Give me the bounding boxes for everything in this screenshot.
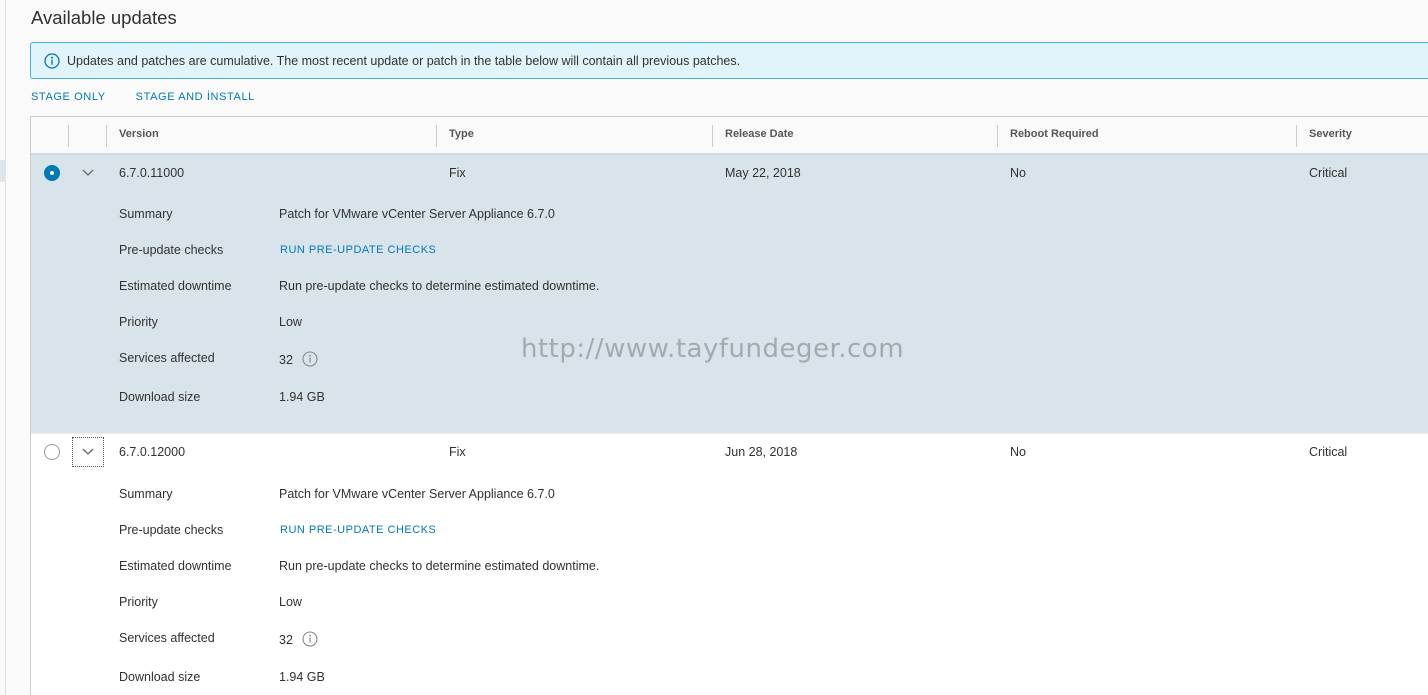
column-separator <box>68 125 69 147</box>
chevron-down-icon <box>82 443 94 461</box>
detail-summary: Patch for VMware vCenter Server Applianc… <box>279 487 555 501</box>
chevron-down-icon <box>82 164 94 182</box>
row-select-radio[interactable] <box>44 165 60 181</box>
detail-estimated-downtime: Run pre-update checks to determine estim… <box>279 559 600 573</box>
row-expand-toggle[interactable] <box>72 437 104 467</box>
column-header-severity[interactable]: Severity <box>1309 117 1352 153</box>
detail-label-priority: Priority <box>119 595 158 609</box>
column-separator[interactable] <box>436 125 437 147</box>
detail-download-size: 1.94 GB <box>279 670 325 684</box>
detail-priority: Low <box>279 595 302 609</box>
detail-label-estimated-downtime: Estimated downtime <box>119 279 232 293</box>
detail-services-affected: 32 <box>279 353 293 367</box>
cell-reboot-required: No <box>1010 166 1026 180</box>
page-title: Available updates <box>31 7 177 28</box>
detail-label-pre-update-checks: Pre-update checks <box>119 523 224 537</box>
detail-label-estimated-downtime: Estimated downtime <box>119 559 232 573</box>
cell-severity: Critical <box>1309 445 1348 459</box>
column-separator[interactable] <box>1296 125 1297 147</box>
run-pre-update-checks-link[interactable]: RUN PRE-UPDATE CHECKS <box>280 524 436 536</box>
row-select-radio[interactable] <box>44 444 60 460</box>
cell-version: 6.7.0.11000 <box>119 166 185 180</box>
cell-release-date: May 22, 2018 <box>725 166 801 180</box>
detail-label-services-affected: Services affected <box>119 631 215 645</box>
detail-services-affected-group: 32 <box>279 351 318 370</box>
cell-release-date: Jun 28, 2018 <box>725 445 798 459</box>
cell-type: Fix <box>449 445 466 459</box>
info-circle-icon[interactable] <box>302 351 318 370</box>
watermark-text: http://www.tayfundeger.com <box>521 334 905 364</box>
column-separator[interactable] <box>997 125 998 147</box>
detail-label-download-size: Download size <box>119 390 201 404</box>
stage-and-install-button[interactable]: STAGE AND İNSTALL <box>136 91 255 103</box>
detail-services-affected-group: 32 <box>279 631 318 650</box>
detail-label-priority: Priority <box>119 315 158 329</box>
detail-label-pre-update-checks: Pre-update checks <box>119 243 224 257</box>
detail-download-size: 1.94 GB <box>279 390 325 404</box>
column-separator[interactable] <box>712 125 713 147</box>
cell-type: Fix <box>449 166 466 180</box>
cell-reboot-required: No <box>1010 445 1026 459</box>
cell-severity: Critical <box>1309 166 1348 180</box>
column-separator <box>106 125 107 147</box>
datagrid-header: Version Type Release Date Reboot Require… <box>31 117 1428 155</box>
info-alert: Updates and patches are cumulative. The … <box>30 42 1428 79</box>
column-header-type[interactable]: Type <box>449 117 474 153</box>
row-expand-toggle[interactable] <box>72 158 104 188</box>
cell-version: 6.7.0.12000 <box>119 445 186 459</box>
info-circle-icon <box>44 52 60 69</box>
stage-only-button[interactable]: STAGE ONLY <box>31 91 106 103</box>
detail-estimated-downtime: Run pre-update checks to determine estim… <box>279 279 600 293</box>
detail-label-download-size: Download size <box>119 670 201 684</box>
detail-label-services-affected: Services affected <box>119 351 215 365</box>
column-header-release-date[interactable]: Release Date <box>725 117 794 153</box>
detail-label-summary: Summary <box>119 207 173 221</box>
main-content: Available updates Updates and patches ar… <box>6 0 1428 695</box>
detail-priority: Low <box>279 315 302 329</box>
run-pre-update-checks-link[interactable]: RUN PRE-UPDATE CHECKS <box>280 244 436 256</box>
detail-label-summary: Summary <box>119 487 173 501</box>
table-row[interactable]: 6.7.0.12000 Fix Jun 28, 2018 No Critical… <box>31 433 1428 695</box>
alert-text: Updates and patches are cumulative. The … <box>67 53 741 68</box>
column-header-reboot-required[interactable]: Reboot Required <box>1010 117 1099 153</box>
table-row[interactable]: 6.7.0.11000 Fix May 22, 2018 No Critical… <box>31 155 1428 433</box>
info-circle-icon[interactable] <box>302 631 318 650</box>
detail-summary: Patch for VMware vCenter Server Applianc… <box>279 207 555 221</box>
detail-services-affected: 32 <box>279 633 293 647</box>
action-bar: STAGE ONLY STAGE AND İNSTALL <box>31 91 255 103</box>
updates-datagrid: Version Type Release Date Reboot Require… <box>30 116 1428 695</box>
column-header-version[interactable]: Version <box>119 117 159 153</box>
